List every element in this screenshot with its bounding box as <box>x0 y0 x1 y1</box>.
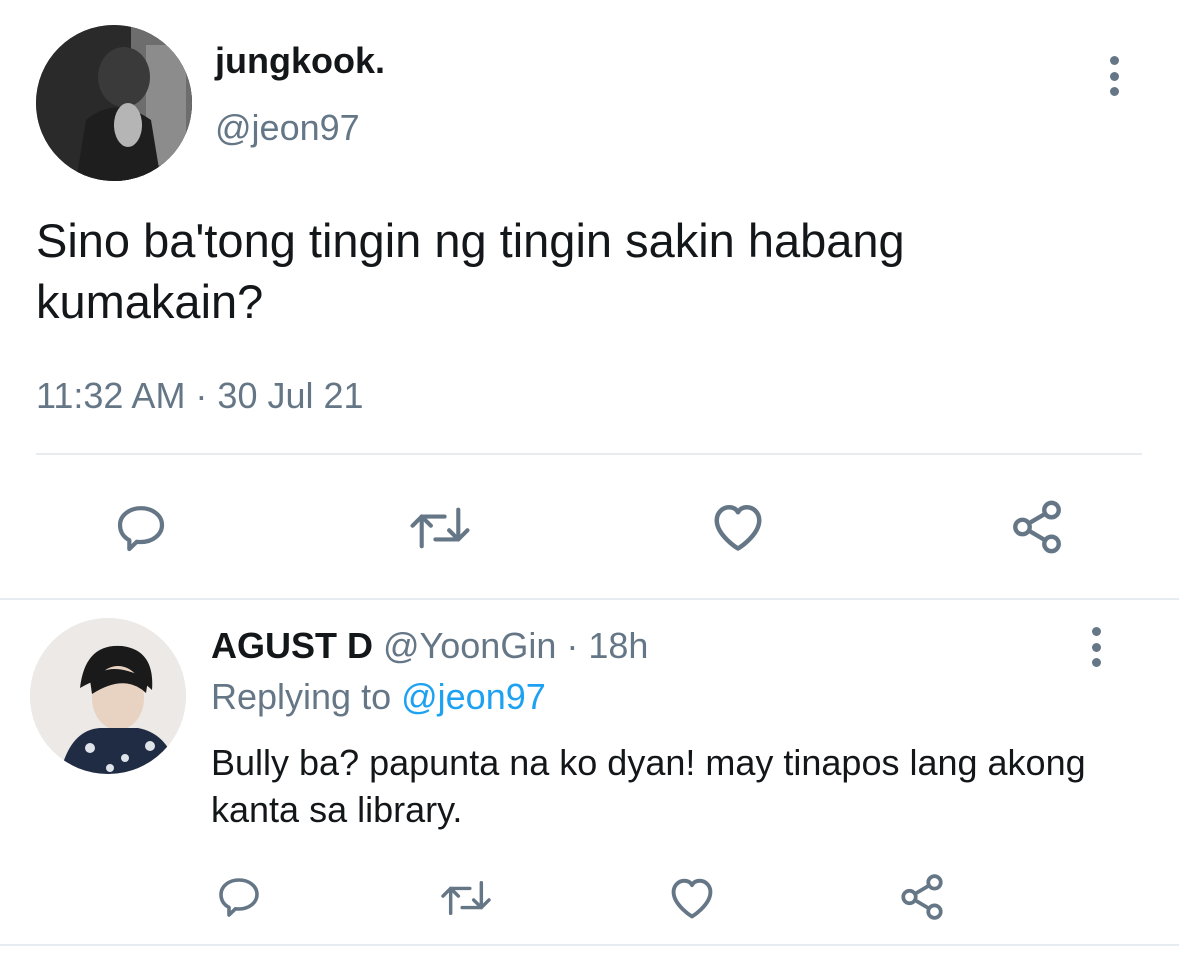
more-options-icon[interactable] <box>1104 56 1124 96</box>
share-icon[interactable] <box>897 872 947 922</box>
author-name[interactable]: jungkook. <box>215 40 385 82</box>
divider <box>0 598 1179 600</box>
divider <box>36 453 1142 455</box>
reply-separator: · <box>556 625 589 666</box>
heart-icon[interactable] <box>666 873 718 921</box>
reply-text: Bully ba? papunta na ko dyan! may tinapo… <box>211 742 1086 830</box>
replying-to: Replying to @jeon97 <box>211 676 546 718</box>
tweet-detail-page: jungkook. @jeon97 Sino ba'tong tingin ng… <box>0 0 1179 972</box>
more-options-icon[interactable] <box>1086 627 1106 667</box>
author-handle[interactable]: @jeon97 <box>215 107 360 149</box>
replying-to-label: Replying to <box>211 676 402 717</box>
retweet-icon[interactable] <box>438 875 494 921</box>
reply-author-handle[interactable]: @YoonGin <box>383 625 556 666</box>
replying-to-link[interactable]: @jeon97 <box>401 676 546 717</box>
reply-age[interactable]: 18h <box>588 625 648 666</box>
tweet-timestamp[interactable]: 11:32 AM · 30 Jul 21 <box>36 375 364 417</box>
divider <box>0 944 1179 946</box>
reply-author-name[interactable]: AGUST D <box>211 625 373 666</box>
retweet-icon[interactable] <box>408 500 472 556</box>
heart-icon[interactable] <box>708 498 768 554</box>
reply-avatar[interactable] <box>30 618 186 774</box>
reply-header: AGUST D @YoonGin · 18h <box>211 625 648 667</box>
comment-icon[interactable] <box>215 873 263 921</box>
avatar[interactable] <box>36 25 192 181</box>
comment-icon[interactable] <box>113 500 169 556</box>
tweet-text: Sino ba'tong tingin ng tingin sakin haba… <box>36 214 905 329</box>
share-icon[interactable] <box>1007 498 1067 556</box>
